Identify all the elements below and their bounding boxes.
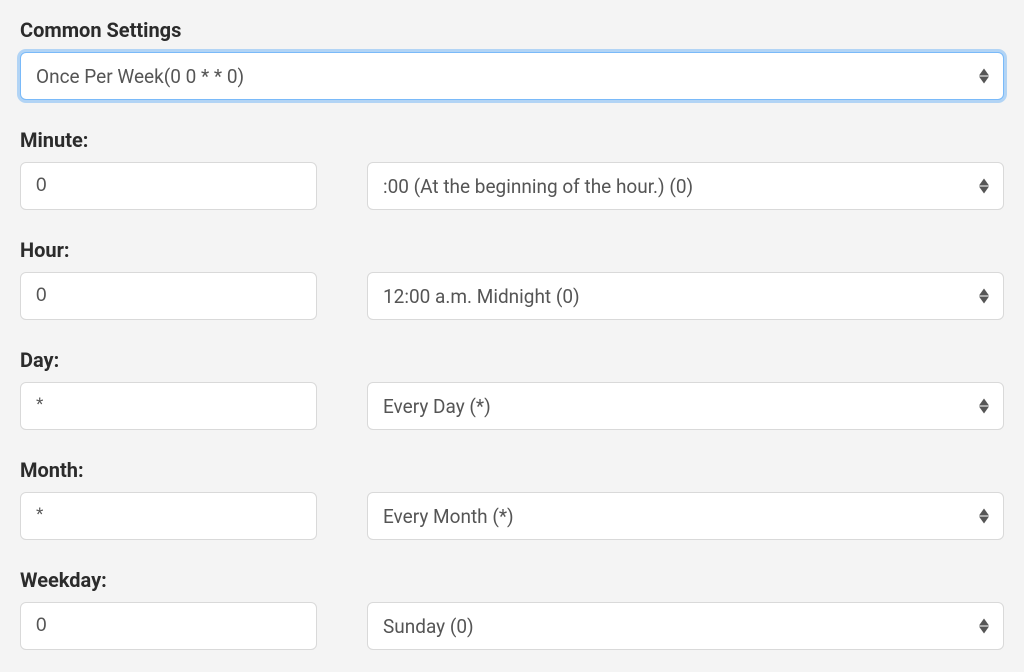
month-label: Month: xyxy=(20,458,1004,482)
month-select-value: Every Month (*) xyxy=(383,505,514,528)
common-settings-label: Common Settings xyxy=(20,18,1004,42)
minute-select[interactable]: :00 (At the beginning of the hour.) (0) xyxy=(367,162,1004,210)
weekday-input[interactable] xyxy=(20,602,317,650)
minute-select-wrap: :00 (At the beginning of the hour.) (0) xyxy=(367,162,1004,210)
month-select[interactable]: Every Month (*) xyxy=(367,492,1004,540)
hour-input[interactable] xyxy=(20,272,317,320)
minute-input[interactable] xyxy=(20,162,317,210)
hour-select[interactable]: 12:00 a.m. Midnight (0) xyxy=(367,272,1004,320)
day-label: Day: xyxy=(20,348,1004,372)
hour-select-value: 12:00 a.m. Midnight (0) xyxy=(383,285,580,308)
weekday-select-wrap: Sunday (0) xyxy=(367,602,1004,650)
month-select-wrap: Every Month (*) xyxy=(367,492,1004,540)
minute-group: Minute: :00 (At the beginning of the hou… xyxy=(20,128,1004,210)
weekday-select[interactable]: Sunday (0) xyxy=(367,602,1004,650)
common-settings-select-wrap: Once Per Week(0 0 * * 0) xyxy=(20,52,1004,100)
day-select[interactable]: Every Day (*) xyxy=(367,382,1004,430)
minute-select-value: :00 (At the beginning of the hour.) (0) xyxy=(383,175,693,198)
weekday-group: Weekday: Sunday (0) xyxy=(20,568,1004,650)
common-settings-selected: Once Per Week(0 0 * * 0) xyxy=(36,65,244,88)
hour-select-wrap: 12:00 a.m. Midnight (0) xyxy=(367,272,1004,320)
hour-label: Hour: xyxy=(20,238,1004,262)
common-settings-select[interactable]: Once Per Week(0 0 * * 0) xyxy=(20,52,1004,100)
minute-label: Minute: xyxy=(20,128,1004,152)
day-select-value: Every Day (*) xyxy=(383,395,491,418)
month-input[interactable] xyxy=(20,492,317,540)
day-group: Day: Every Day (*) xyxy=(20,348,1004,430)
hour-group: Hour: 12:00 a.m. Midnight (0) xyxy=(20,238,1004,320)
day-input[interactable] xyxy=(20,382,317,430)
weekday-label: Weekday: xyxy=(20,568,1004,592)
month-group: Month: Every Month (*) xyxy=(20,458,1004,540)
weekday-select-value: Sunday (0) xyxy=(383,615,474,638)
cron-settings-panel: Common Settings Once Per Week(0 0 * * 0)… xyxy=(0,0,1024,672)
day-select-wrap: Every Day (*) xyxy=(367,382,1004,430)
